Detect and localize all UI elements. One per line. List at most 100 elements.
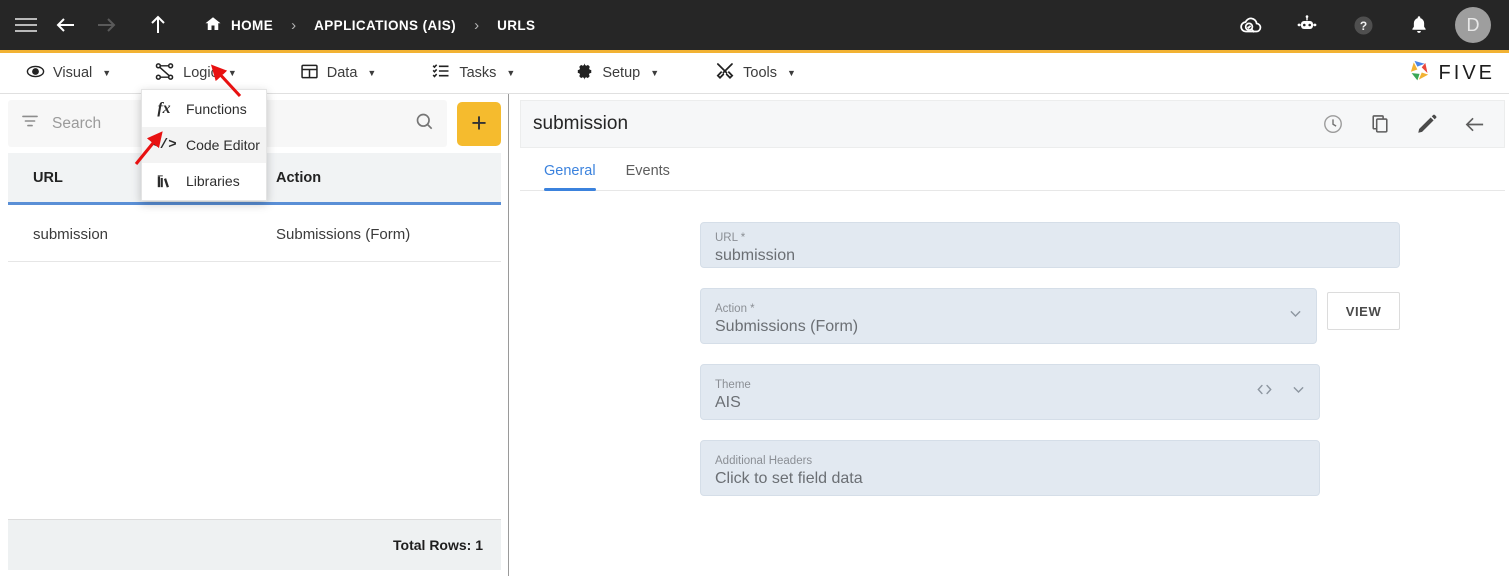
menu-item-tasks[interactable]: Tasks ▼ — [417, 53, 529, 94]
table-row[interactable]: submission Submissions (Form) — [8, 208, 501, 262]
breadcrumb-home[interactable]: HOME — [202, 15, 275, 36]
help-icon[interactable]: ? — [1343, 5, 1383, 45]
menu-item-setup-label: Setup — [602, 65, 640, 81]
breadcrumb-urls[interactable]: URLS — [495, 18, 537, 33]
menu-item-setup[interactable]: Setup ▼ — [561, 53, 673, 94]
top-navigation-bar: HOME › APPLICATIONS (AIS) › URLS ? — [0, 0, 1509, 53]
table-grid-icon — [300, 62, 319, 85]
home-icon — [204, 15, 222, 36]
add-url-button[interactable]: + — [457, 102, 501, 146]
topbar-actions: ? D — [1231, 5, 1509, 45]
menu-item-visual-label: Visual — [53, 65, 92, 81]
menu-item-visual[interactable]: Visual ▼ — [12, 53, 125, 94]
url-field[interactable]: URL * submission — [700, 222, 1400, 268]
menu-item-logic-label: Logic — [183, 65, 218, 81]
action-field-row: Action * Submissions (Form) VIEW — [700, 288, 1400, 344]
five-logo: FIVE — [1408, 58, 1509, 89]
bell-icon[interactable] — [1399, 5, 1439, 45]
fx-icon: fx — [153, 100, 175, 118]
forward-arrow-icon[interactable] — [86, 5, 126, 45]
search-placeholder: Search — [52, 115, 101, 133]
menu-item-tools[interactable]: Tools ▼ — [701, 53, 810, 94]
dropdown-item-code-editor-label: Code Editor — [186, 137, 260, 153]
additional-headers-label: Additional Headers — [715, 454, 1305, 468]
menu-item-data[interactable]: Data ▼ — [286, 53, 391, 94]
breadcrumb-home-label: HOME — [231, 18, 273, 33]
action-field[interactable]: Action * Submissions (Form) — [700, 288, 1317, 344]
theme-field-label: Theme — [715, 378, 1305, 392]
back-arrow-icon[interactable] — [1463, 113, 1486, 136]
chevron-down-icon: ▼ — [787, 68, 796, 78]
dropdown-item-functions-label: Functions — [186, 101, 247, 117]
menu-item-logic[interactable]: Logic ▼ — [140, 53, 251, 94]
detail-tabs: General Events — [520, 149, 1505, 191]
history-clock-icon[interactable] — [1322, 113, 1344, 135]
chevron-down-icon[interactable] — [1290, 381, 1307, 403]
back-arrow-icon[interactable] — [46, 5, 86, 45]
url-detail-panel: submission General — [510, 94, 1509, 576]
view-button[interactable]: VIEW — [1327, 292, 1400, 330]
hamburger-menu-icon[interactable] — [6, 5, 46, 45]
dropdown-item-code-editor[interactable]: </> Code Editor — [142, 127, 266, 163]
dropdown-item-functions[interactable]: fx Functions — [142, 91, 266, 127]
page-title: submission — [533, 113, 628, 135]
svg-text:?: ? — [1359, 18, 1366, 32]
code-brackets-icon[interactable] — [1255, 381, 1274, 403]
cloud-check-icon[interactable] — [1231, 5, 1271, 45]
grid-footer: Total Rows: 1 — [8, 520, 501, 570]
url-form: URL * submission Action * Submissions (F… — [700, 222, 1400, 496]
tools-icon — [715, 61, 735, 85]
application-menu-bar: Visual ▼ Logic ▼ Data ▼ Tasks ▼ — [0, 53, 1509, 94]
search-icon[interactable] — [414, 111, 435, 137]
chevron-down-icon[interactable] — [1287, 305, 1304, 327]
url-field-label: URL * — [715, 231, 1385, 245]
breadcrumb-applications[interactable]: APPLICATIONS (AIS) — [312, 18, 458, 33]
breadcrumb-applications-label: APPLICATIONS (AIS) — [314, 18, 456, 33]
filter-icon[interactable] — [20, 111, 40, 136]
action-field-label: Action * — [715, 302, 1302, 316]
five-logo-mark — [1408, 58, 1434, 89]
dropdown-item-libraries-label: Libraries — [186, 173, 240, 189]
detail-header: submission — [520, 100, 1505, 148]
user-avatar[interactable]: D — [1455, 7, 1491, 43]
code-brackets-icon: </> — [153, 137, 175, 153]
grid-empty-area — [8, 262, 501, 520]
total-rows-label: Total Rows: 1 — [393, 537, 483, 553]
chevron-down-icon: ▼ — [506, 68, 515, 78]
tab-general[interactable]: General — [544, 163, 596, 190]
avatar-initial: D — [1467, 15, 1480, 36]
breadcrumb-separator-1: › — [291, 17, 296, 34]
up-arrow-icon[interactable] — [138, 5, 178, 45]
breadcrumb-separator-2: › — [474, 17, 479, 34]
five-logo-text: FIVE — [1439, 62, 1495, 85]
detail-header-actions — [1322, 113, 1486, 136]
copy-icon[interactable] — [1369, 113, 1391, 135]
robot-icon[interactable] — [1287, 5, 1327, 45]
theme-field-icons — [1255, 381, 1307, 403]
checklist-icon — [431, 61, 451, 85]
additional-headers-field[interactable]: Additional Headers Click to set field da… — [700, 440, 1320, 496]
cell-url: submission — [8, 226, 274, 243]
chevron-down-icon: ▼ — [102, 68, 111, 78]
books-icon — [153, 173, 175, 190]
tab-events[interactable]: Events — [626, 163, 670, 190]
chevron-down-icon: ▼ — [650, 68, 659, 78]
action-field-icons — [1287, 305, 1304, 327]
logic-nodes-icon — [154, 61, 175, 86]
url-field-value: submission — [715, 245, 1385, 266]
breadcrumb-urls-label: URLS — [497, 18, 535, 33]
dropdown-item-libraries[interactable]: Libraries — [142, 163, 266, 199]
theme-field[interactable]: Theme AIS — [700, 364, 1320, 420]
menu-item-data-label: Data — [327, 65, 358, 81]
theme-field-value: AIS — [715, 392, 1305, 413]
eye-icon — [26, 62, 45, 85]
column-header-action[interactable]: Action — [274, 170, 501, 186]
menu-item-tools-label: Tools — [743, 65, 777, 81]
action-field-value: Submissions (Form) — [715, 316, 1302, 337]
gear-icon — [575, 62, 594, 85]
edit-pencil-icon[interactable] — [1416, 113, 1438, 135]
logic-dropdown-menu: fx Functions </> Code Editor Libraries — [141, 89, 267, 201]
cell-action: Submissions (Form) — [274, 226, 501, 243]
additional-headers-value: Click to set field data — [715, 468, 1305, 489]
menu-item-tasks-label: Tasks — [459, 65, 496, 81]
